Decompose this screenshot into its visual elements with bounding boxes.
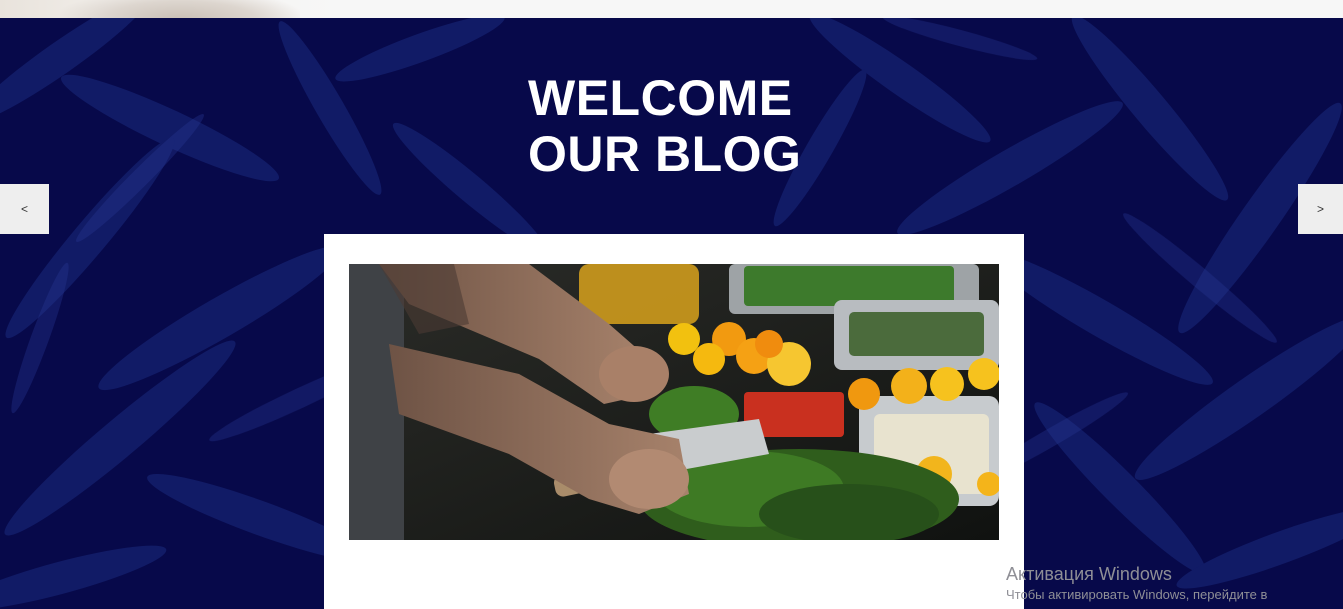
os-activation-watermark: Активация Windows Чтобы активировать Win… [1006, 562, 1343, 604]
slider-next-button[interactable]: > [1298, 184, 1343, 234]
top-image-strip [0, 0, 1343, 18]
page-title: WELCOME OUR BLOG [528, 70, 801, 182]
food-prep-photo[interactable] [349, 264, 999, 540]
blog-post-card[interactable] [324, 234, 1024, 609]
slider-prev-button[interactable]: < [0, 184, 49, 234]
photo-illustration [349, 264, 999, 540]
watermark-title: Активация Windows [1006, 564, 1172, 584]
title-line-2: OUR BLOG [528, 126, 802, 182]
blog-hero-section: WELCOME OUR BLOG < > [0, 18, 1343, 609]
title-line-1: WELCOME [528, 70, 793, 126]
watermark-subtitle: Чтобы активировать Windows, перейдите в [1006, 587, 1268, 602]
hill-silhouette [60, 0, 300, 18]
